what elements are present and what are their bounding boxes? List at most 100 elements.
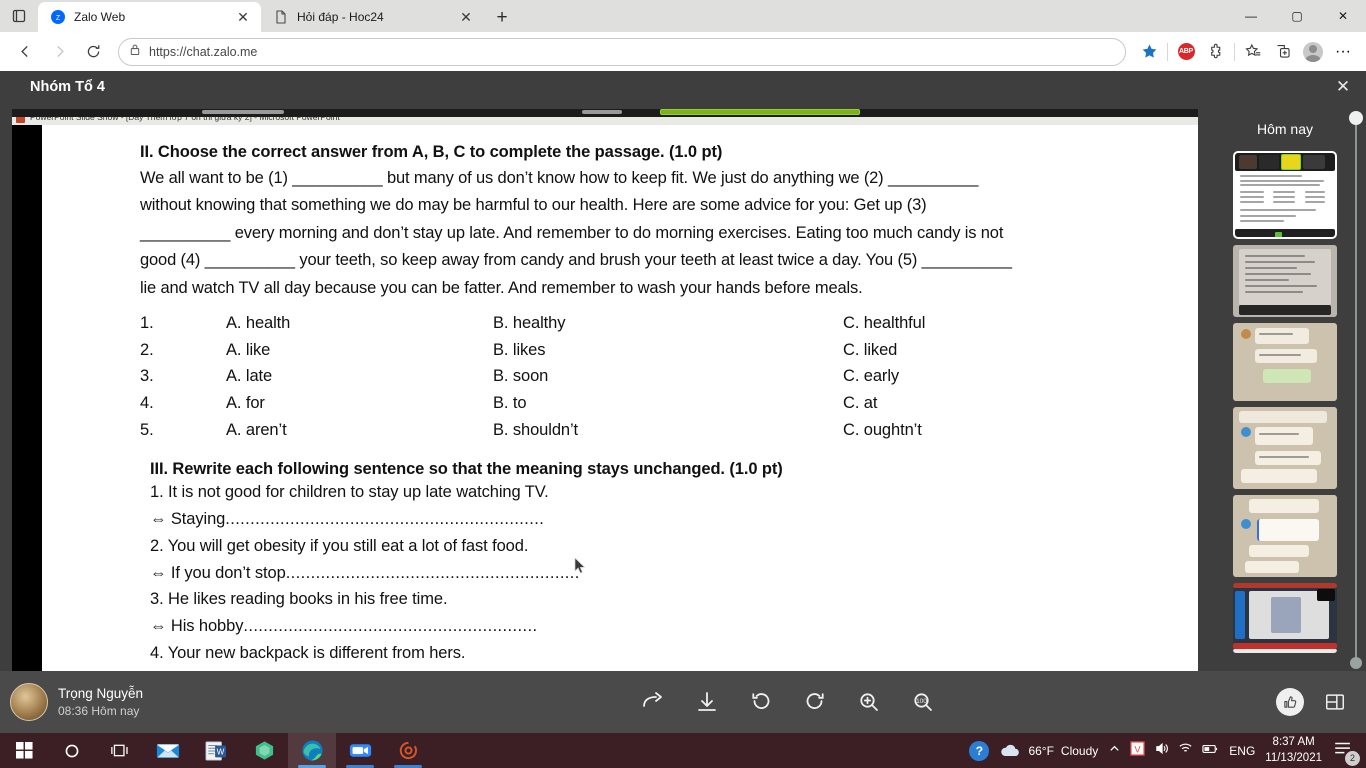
forward-arrow-icon[interactable] xyxy=(42,36,76,68)
toolbar-divider xyxy=(1167,42,1168,61)
mc-option-b: B. shouldn’t xyxy=(493,420,579,439)
thumbnail-meeting-slide[interactable] xyxy=(1233,151,1337,239)
tab-title: Zalo Web xyxy=(74,10,126,24)
zoom-app[interactable] xyxy=(336,733,384,768)
back-arrow-icon[interactable] xyxy=(8,36,42,68)
rotate-left-icon[interactable] xyxy=(744,685,778,719)
language-indicator[interactable]: ENG xyxy=(1229,744,1255,758)
section-3-points: (1.0 pt) xyxy=(729,460,783,479)
notification-count: 2 xyxy=(1345,750,1360,766)
viewer-close-icon[interactable]: ✕ xyxy=(1330,75,1356,99)
svg-text:Z: Z xyxy=(56,15,61,22)
address-bar[interactable]: https://chat.zalo.me xyxy=(118,37,1126,66)
edge-browser[interactable] xyxy=(288,733,336,768)
chevron-up-icon[interactable] xyxy=(1108,742,1121,760)
passage-line-2: without knowing that something we do may… xyxy=(140,196,927,215)
maximize-button[interactable]: ▢ xyxy=(1274,0,1320,32)
sender-timestamp: 08:36 Hôm nay xyxy=(58,704,140,718)
thumbnail-document[interactable] xyxy=(1233,245,1337,317)
close-icon[interactable]: ✕ xyxy=(456,7,476,27)
thumbnail-dark-screen[interactable] xyxy=(1233,583,1337,653)
close-window-button[interactable]: ✕ xyxy=(1320,0,1366,32)
taskbar-apps: W xyxy=(0,733,432,768)
thumbnail-chat-2[interactable] xyxy=(1233,407,1337,489)
close-icon[interactable]: ✕ xyxy=(233,7,253,27)
new-tab-button[interactable]: + xyxy=(488,4,516,32)
mc-option-b: B. soon xyxy=(493,367,549,386)
mc-row: 3. A. late B. soon C. early xyxy=(140,363,1184,390)
tab-title: Hỏi đáp - Hoc24 xyxy=(297,10,384,24)
tab-hoidap-hoc24[interactable]: Hỏi đáp - Hoc24 ✕ xyxy=(261,2,484,32)
zalo-image-viewer: Nhóm Tổ 4 ✕ PowerPoint Slide Show - [Day… xyxy=(0,71,1366,749)
start-button[interactable] xyxy=(0,733,48,768)
mc-option-c: C. oughtn’t xyxy=(843,420,922,439)
viewer-bottom-bar: Trọng Nguyễn 08:36 Hôm nay 100 xyxy=(0,671,1366,733)
system-tray: ? 66°F Cloudy V ENG 8:37 AM 11/13/2021 2 xyxy=(951,733,1366,768)
collections-icon[interactable] xyxy=(1238,37,1268,67)
passage-line-5: lie and watch TV all day because you can… xyxy=(140,278,863,297)
clock-time: 8:37 AM xyxy=(1272,736,1315,749)
mc-option-b: B. likes xyxy=(493,340,546,359)
search-button[interactable] xyxy=(48,733,96,768)
rewrite-answer-start: ⇔ If you don’t stop xyxy=(150,563,286,582)
image-stage[interactable]: PowerPoint Slide Show - [Day Thêm lớp 7 … xyxy=(12,109,1198,749)
rewrite-answer-line: ⇔ His hobby.............................… xyxy=(62,613,1184,640)
rewrite-prompt: 2. You will get obesity if you still eat… xyxy=(150,536,529,555)
adblock-plus-icon[interactable]: ABP xyxy=(1171,37,1201,67)
windows-taskbar: W ? 66°F Cloudy V ENG 8:37 AM 11/13/2021… xyxy=(0,733,1366,768)
dotted-line: ........................................… xyxy=(285,563,580,582)
zoom-actual-size-icon[interactable]: 100 xyxy=(906,685,940,719)
svg-text:V: V xyxy=(1135,744,1142,754)
clock-date: 11/13/2021 xyxy=(1265,751,1322,764)
mc-option-a: A. for xyxy=(226,394,265,413)
browser-toolbar: https://chat.zalo.me ABP ··· xyxy=(0,32,1366,71)
zoom-in-icon[interactable] xyxy=(852,685,886,719)
zalo-icon: Z xyxy=(50,9,66,25)
viewer-header: Nhóm Tổ 4 ✕ xyxy=(0,71,1366,103)
rotate-right-icon[interactable] xyxy=(798,685,832,719)
task-view-button[interactable] xyxy=(96,733,144,768)
mc-option-a: A. health xyxy=(226,313,291,332)
mouse-cursor xyxy=(574,557,586,574)
tab-zalo-web[interactable]: Z Zalo Web ✕ xyxy=(38,2,261,32)
mc-number: 1. xyxy=(140,313,154,332)
section-3-title: III. Rewrite each following sentence so … xyxy=(150,460,725,479)
avatar xyxy=(10,683,48,721)
tray-icons: V xyxy=(1108,740,1219,761)
mail-app[interactable] xyxy=(144,733,192,768)
mc-option-c: C. liked xyxy=(843,340,898,359)
thumbnail-chat-1[interactable] xyxy=(1233,323,1337,401)
recorder-app[interactable] xyxy=(384,733,432,768)
layout-toggle-icon[interactable] xyxy=(1318,685,1352,719)
mc-option-c: C. at xyxy=(843,394,878,413)
help-icon[interactable]: ? xyxy=(969,740,990,761)
dotted-line: ........................................… xyxy=(225,510,545,529)
download-icon[interactable] xyxy=(690,685,724,719)
wifi-icon[interactable] xyxy=(1178,741,1193,760)
like-icon[interactable] xyxy=(1276,688,1304,716)
thumbnail-chat-3[interactable] xyxy=(1233,495,1337,577)
battery-icon[interactable] xyxy=(1202,742,1219,760)
section-2-heading: II. Choose the correct answer from A, B,… xyxy=(140,143,723,161)
tab-actions-icon[interactable] xyxy=(0,0,38,32)
volume-icon[interactable] xyxy=(1154,741,1169,761)
window-controls: — ▢ ✕ xyxy=(1228,0,1366,32)
rewrite-prompt: 1. It is not good for children to stay u… xyxy=(150,483,549,502)
more-options-icon[interactable]: ··· xyxy=(1328,37,1358,67)
profile-avatar[interactable] xyxy=(1298,37,1328,67)
weather-widget[interactable]: 66°F Cloudy xyxy=(999,743,1098,759)
word-app[interactable]: W xyxy=(192,733,240,768)
reload-icon[interactable] xyxy=(76,36,110,68)
clock[interactable]: 8:37 AM 11/13/2021 xyxy=(1265,735,1322,765)
mc-number: 2. xyxy=(140,340,154,359)
notifications-button[interactable]: 2 xyxy=(1332,738,1360,766)
mc-option-a: A. aren’t xyxy=(226,420,287,439)
vivaldi-app[interactable] xyxy=(240,733,288,768)
tab-collection-icon[interactable] xyxy=(1268,37,1298,67)
favorite-star-icon[interactable] xyxy=(1134,37,1164,67)
forward-icon[interactable] xyxy=(636,685,670,719)
extensions-icon[interactable] xyxy=(1201,37,1231,67)
minimize-button[interactable]: — xyxy=(1228,0,1274,32)
browser-titlebar: Z Zalo Web ✕ Hỏi đáp - Hoc24 ✕ + — ▢ ✕ xyxy=(0,0,1366,32)
vivaldi-tray-icon[interactable]: V xyxy=(1130,740,1145,761)
